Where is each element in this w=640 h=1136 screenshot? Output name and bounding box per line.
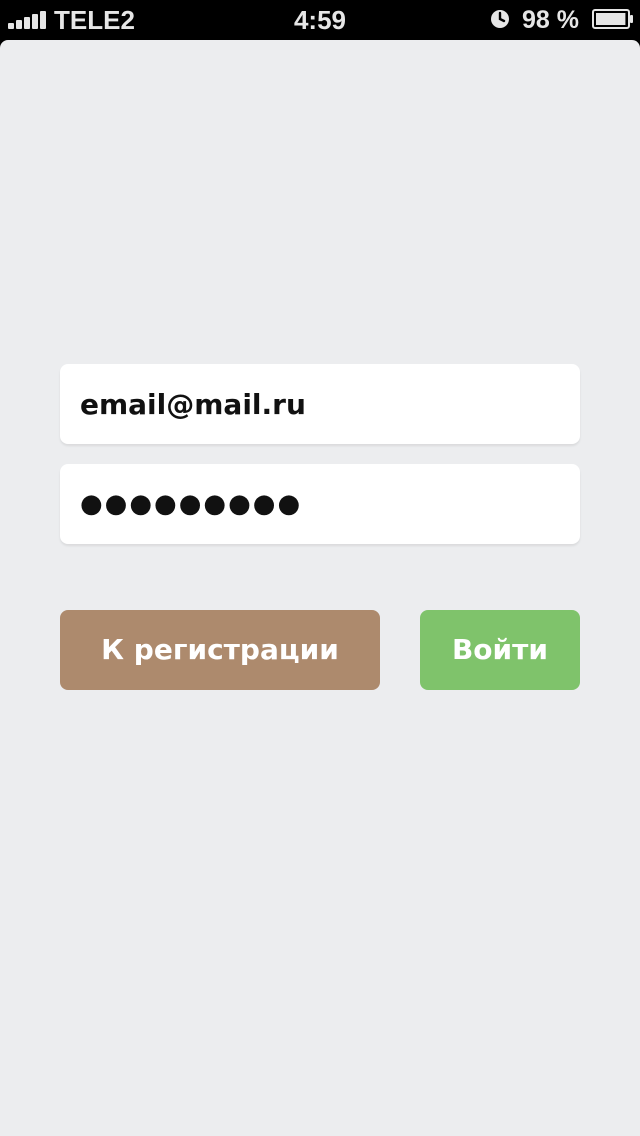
battery-percent: 98 % bbox=[522, 6, 579, 34]
email-input[interactable] bbox=[60, 364, 580, 444]
password-input[interactable] bbox=[60, 464, 580, 544]
register-button[interactable]: К регистрации bbox=[60, 610, 380, 690]
login-screen: К регистрации Войти bbox=[0, 40, 640, 1136]
lock-rotation-icon bbox=[491, 10, 509, 28]
battery-icon bbox=[592, 9, 633, 29]
login-button[interactable]: Войти bbox=[420, 610, 580, 690]
email-field[interactable] bbox=[60, 364, 580, 444]
status-bar: TELE2 4:59 98 % bbox=[0, 0, 640, 40]
battery-level-fill bbox=[596, 13, 626, 25]
password-field[interactable] bbox=[60, 464, 580, 544]
